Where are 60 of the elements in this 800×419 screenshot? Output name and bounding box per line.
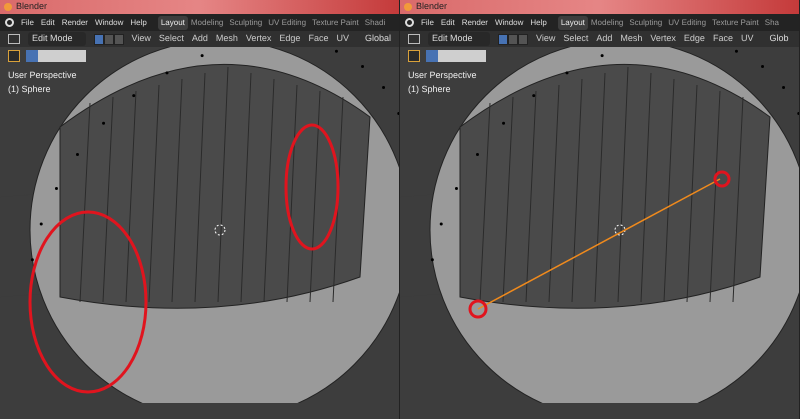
select-mode-icon[interactable] xyxy=(104,34,114,44)
header-menu-item[interactable]: Add xyxy=(192,32,208,46)
header-menu-item[interactable]: Select xyxy=(158,32,184,46)
window-title: Blender xyxy=(416,0,448,14)
menu-item[interactable]: Window xyxy=(94,16,124,28)
menu-item[interactable]: Render xyxy=(462,16,488,28)
workspace-tab[interactable]: UV Editing xyxy=(665,16,710,30)
workspace-tab[interactable]: Shadi xyxy=(362,16,388,30)
workspace-tab[interactable]: Modeling xyxy=(188,16,226,30)
header-menu-item[interactable]: Mesh xyxy=(216,32,238,46)
header-menu-item[interactable]: Vertex xyxy=(246,32,272,46)
workspace-tab[interactable]: Sculpting xyxy=(226,16,266,30)
header-menu-item[interactable]: Edge xyxy=(279,32,300,46)
header-menu-item[interactable]: UV xyxy=(336,32,349,46)
workspace-tab[interactable]: Layout xyxy=(558,16,588,30)
mode-dropdown[interactable]: Edit Mode xyxy=(428,32,490,46)
workspace-tab[interactable]: Texture Paint xyxy=(309,16,362,30)
select-mode-icon[interactable] xyxy=(508,34,518,44)
editor-type-icon[interactable] xyxy=(408,34,420,44)
transform-orientation-dropdown[interactable]: Glob xyxy=(769,32,788,46)
header-menu-item[interactable]: UV xyxy=(740,32,754,46)
annotation-circle xyxy=(468,300,488,318)
transform-orientation-dropdown[interactable]: Global xyxy=(364,32,391,46)
header-menu-item[interactable]: Mesh xyxy=(620,32,642,46)
annotation-circle xyxy=(714,170,730,188)
header-menu-item[interactable]: Vertex xyxy=(650,32,676,46)
header-menu-item[interactable]: View xyxy=(536,32,556,46)
menu-item[interactable]: Edit xyxy=(440,16,455,28)
header-menu-item[interactable]: Face xyxy=(712,32,733,46)
workspace-tab[interactable]: UV Editing xyxy=(265,16,310,30)
object-name-label: (1) Sphere xyxy=(408,82,452,96)
menu-item[interactable]: Help xyxy=(530,16,547,28)
menu-item[interactable]: Help xyxy=(130,16,147,28)
select-mode-icon[interactable] xyxy=(94,34,104,44)
menu-item[interactable]: File xyxy=(21,16,34,28)
header-menu-item[interactable]: Select xyxy=(563,32,588,46)
workspace-tab[interactable]: Texture Paint xyxy=(709,16,762,30)
view-name-label: User Perspective xyxy=(8,69,77,82)
toolbar-toggle-icon[interactable] xyxy=(408,50,420,62)
menu-item[interactable]: Edit xyxy=(40,16,55,28)
window-title: Blender xyxy=(16,0,48,14)
workspace-tab[interactable]: Layout xyxy=(158,16,188,30)
header-menu-item[interactable]: Edge xyxy=(684,32,705,46)
menu-item[interactable]: Window xyxy=(494,16,524,28)
header-menu-item[interactable]: Face xyxy=(308,32,328,46)
header-menu-item[interactable]: Add xyxy=(596,32,612,46)
select-mode-icon[interactable] xyxy=(518,34,528,44)
editor-type-icon[interactable] xyxy=(8,34,20,44)
workspace-tab[interactable]: Modeling xyxy=(588,16,626,30)
mode-dropdown[interactable]: Edit Mode xyxy=(28,32,86,46)
header-menu-item[interactable]: View xyxy=(132,32,151,46)
toolbar-toggle-icon[interactable] xyxy=(8,50,20,62)
workspace-tab[interactable]: Sha xyxy=(762,16,782,30)
menu-item[interactable]: File xyxy=(421,16,434,28)
select-mode-icon[interactable] xyxy=(114,34,124,44)
select-mode-icon[interactable] xyxy=(498,34,508,44)
object-name-label: (1) Sphere xyxy=(8,82,52,96)
workspace-tab[interactable]: Sculpting xyxy=(626,16,666,30)
view-name-label: User Perspective xyxy=(408,69,477,82)
menu-item[interactable]: Render xyxy=(62,16,88,28)
